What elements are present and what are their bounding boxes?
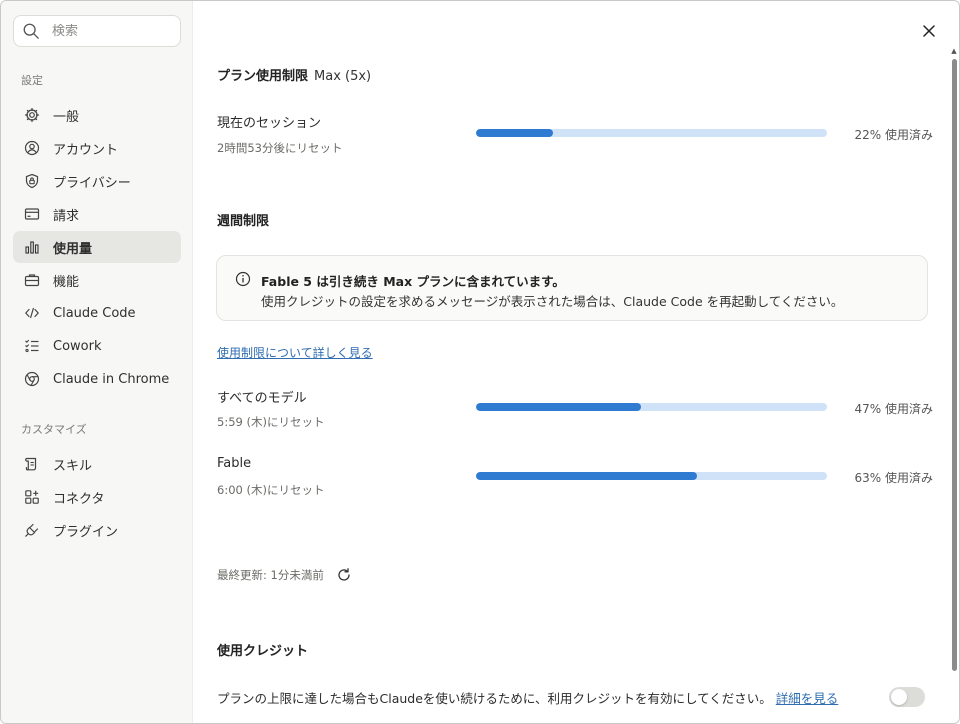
plan-usage-heading: プラン使用制限 Max (5x) — [217, 65, 371, 84]
briefcase-icon — [23, 271, 41, 289]
sidebar-item-connectors[interactable]: コネクタ — [13, 481, 181, 513]
last-updated: 最終更新: 1分未満前 — [217, 567, 352, 583]
session-percent: 22% 使用済み — [854, 128, 934, 142]
all-models-title: すべてのモデル — [217, 391, 307, 406]
fable-progress-fill — [476, 472, 698, 480]
sidebar-item-label: プラグイン — [53, 524, 119, 540]
learn-more-link[interactable]: 使用制限について詳しく見る — [217, 344, 373, 361]
sidebar-item-label: Claude in Chrome — [53, 371, 170, 387]
credit-card-icon — [23, 205, 41, 223]
gear-icon — [23, 106, 41, 124]
search-icon — [23, 23, 39, 39]
fable-reset: 6:00 (木)にリセット — [217, 483, 325, 497]
sidebar-item-label: プライバシー — [53, 175, 131, 191]
sidebar-item-label: コネクタ — [53, 491, 105, 507]
user-circle-icon — [23, 139, 41, 157]
session-progress-fill — [476, 129, 554, 137]
scroll-icon — [23, 455, 41, 473]
customize-section-label: カスタマイズ — [21, 423, 87, 436]
session-reset: 2時間53分後にリセット — [217, 141, 343, 155]
sidebar-item-privacy[interactable]: プライバシー — [13, 165, 181, 197]
fable-progress-bar — [476, 472, 827, 480]
close-button[interactable] — [919, 21, 939, 41]
sidebar-item-label: Claude Code — [53, 305, 136, 321]
connector-icon — [23, 488, 41, 506]
info-title: Fable 5 は引き続き Max プランに含まれています。 — [261, 274, 565, 289]
info-notice: Fable 5 は引き続き Max プランに含まれています。 使用クレジットの設… — [216, 255, 928, 321]
session-progress-bar — [476, 129, 827, 137]
shield-lock-icon — [23, 172, 41, 190]
weekly-limits-heading: 週間制限 — [217, 214, 270, 229]
settings-window: 設定 一般 アカウント プライバシー 請求 使用量 機能 Claude Code — [0, 0, 960, 724]
sidebar-item-label: 一般 — [53, 109, 80, 125]
refresh-button[interactable] — [336, 567, 352, 583]
sidebar-item-plugins[interactable]: プラグイン — [13, 514, 181, 546]
session-title: 現在のセッション — [217, 116, 322, 131]
all-models-progress-bar — [476, 403, 827, 411]
last-updated-text: 最終更新: 1分未満前 — [217, 568, 324, 582]
bar-chart-icon — [23, 238, 41, 256]
sidebar-item-skills[interactable]: スキル — [13, 448, 181, 480]
sidebar-item-label: スキル — [53, 458, 93, 474]
sidebar-item-label: Cowork — [53, 338, 102, 354]
sidebar-item-label: 使用量 — [53, 241, 93, 257]
usage-credits-toggle[interactable] — [889, 687, 925, 707]
scrollbar[interactable] — [952, 59, 957, 671]
all-models-percent: 47% 使用済み — [854, 402, 934, 416]
sidebar-item-features[interactable]: 機能 — [13, 264, 181, 296]
sidebar-item-claude-code[interactable]: Claude Code — [13, 297, 181, 329]
search-input[interactable] — [52, 23, 172, 39]
sidebar-item-label: 請求 — [53, 208, 80, 224]
toggle-knob — [891, 689, 907, 705]
sidebar-item-account[interactable]: アカウント — [13, 132, 181, 164]
main-panel: ▲ プラン使用制限 Max (5x) 現在のセッション 2時間53分後にリセット … — [193, 1, 959, 723]
sidebar-item-label: アカウント — [53, 142, 119, 158]
credits-details-link[interactable]: 詳細を見る — [776, 691, 839, 706]
plan-usage-title: プラン使用制限 — [217, 69, 309, 84]
usage-credits-heading: 使用クレジット — [217, 644, 309, 659]
info-icon — [235, 271, 251, 287]
search-box[interactable] — [13, 15, 181, 47]
credits-description-text: プランの上限に達した場合もClaudeを使い続けるために、利用クレジットを有効に… — [217, 691, 772, 706]
plan-name: Max (5x) — [314, 69, 372, 84]
fable-percent: 63% 使用済み — [854, 471, 934, 485]
sidebar-item-usage[interactable]: 使用量 — [13, 231, 181, 263]
checklist-icon — [23, 337, 41, 355]
close-icon — [923, 25, 935, 37]
refresh-icon — [338, 568, 350, 581]
settings-section-label: 設定 — [21, 74, 43, 87]
globe-icon — [23, 370, 41, 388]
sidebar-item-general[interactable]: 一般 — [13, 99, 181, 131]
all-models-progress-fill — [476, 403, 641, 411]
sidebar-item-label: 機能 — [53, 274, 80, 290]
plug-icon — [23, 521, 41, 539]
sidebar-item-billing[interactable]: 請求 — [13, 198, 181, 230]
info-body: 使用クレジットの設定を求めるメッセージが表示された場合は、Claude Code… — [261, 294, 844, 309]
sidebar-item-claude-in-chrome[interactable]: Claude in Chrome — [13, 363, 181, 395]
all-models-reset: 5:59 (木)にリセット — [217, 415, 325, 429]
fable-title: Fable — [217, 456, 252, 471]
scroll-up-arrow[interactable]: ▲ — [950, 47, 958, 55]
code-icon — [23, 304, 41, 322]
sidebar-item-cowork[interactable]: Cowork — [13, 330, 181, 362]
usage-credits-description: プランの上限に達した場合もClaudeを使い続けるために、利用クレジットを有効に… — [217, 688, 838, 707]
sidebar: 設定 一般 アカウント プライバシー 請求 使用量 機能 Claude Code — [1, 1, 193, 723]
